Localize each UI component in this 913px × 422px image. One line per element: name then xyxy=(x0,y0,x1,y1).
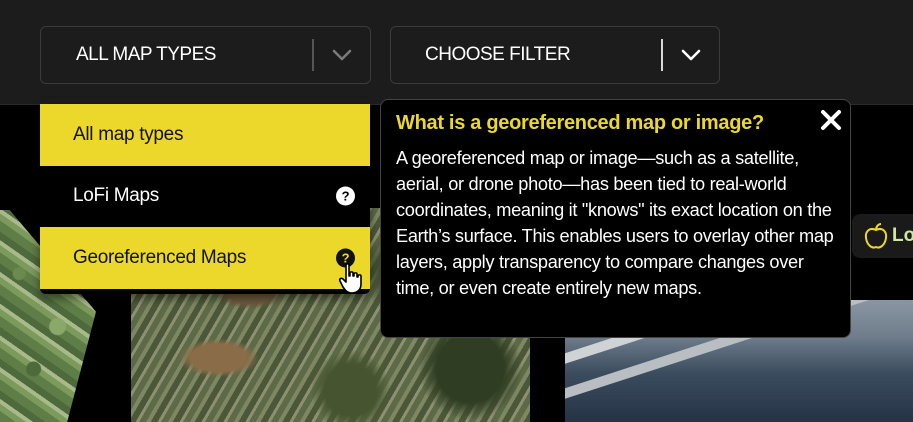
close-icon[interactable] xyxy=(819,108,843,132)
map-types-select[interactable]: ALL MAP TYPES xyxy=(40,26,371,84)
tooltip-title: What is a georeferenced map or image? xyxy=(396,112,764,134)
map-types-dropdown-menu: All map types LoFi Maps ? Georeferenced … xyxy=(40,104,370,294)
chevron-down-icon[interactable] xyxy=(314,27,370,83)
menu-item-label: Georeferenced Maps xyxy=(73,246,247,268)
tooltip-body: A georeferenced map or image—such as a s… xyxy=(396,148,834,299)
georeferenced-info-tooltip: What is a georeferenced map or image? A … xyxy=(380,99,851,338)
badge-text: Lo xyxy=(892,225,913,246)
menu-item-georeferenced-maps[interactable]: Georeferenced Maps ? xyxy=(40,227,370,289)
menu-item-label: All map types xyxy=(73,123,184,145)
map-badge: Lo xyxy=(852,214,913,258)
menu-item-lofi-maps[interactable]: LoFi Maps ? xyxy=(40,165,370,227)
menu-item-all-map-types[interactable]: All map types xyxy=(40,104,370,166)
menu-item-label: LoFi Maps xyxy=(73,185,160,207)
question-circle-icon[interactable]: ? xyxy=(336,186,355,206)
choose-filter-select-label: CHOOSE FILTER xyxy=(425,44,571,65)
map-types-select-label: ALL MAP TYPES xyxy=(76,44,216,65)
choose-filter-select[interactable]: CHOOSE FILTER xyxy=(390,26,720,84)
chevron-down-icon[interactable] xyxy=(663,27,719,83)
apple-icon xyxy=(864,223,888,249)
hand-cursor-icon xyxy=(338,263,362,294)
